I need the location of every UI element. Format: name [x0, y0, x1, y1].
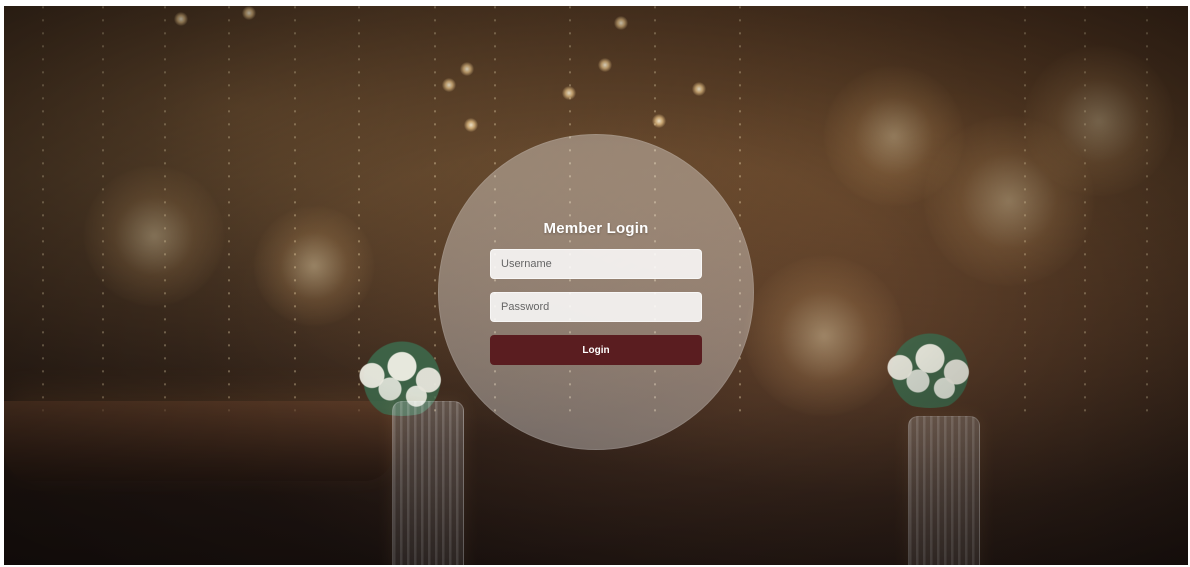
bokeh-light — [254, 206, 374, 326]
light-bulb — [692, 82, 706, 96]
password-input[interactable] — [490, 292, 702, 322]
light-bulb — [242, 6, 256, 20]
login-title: Member Login — [543, 220, 649, 237]
bokeh-light — [84, 166, 224, 306]
light-bulb — [598, 58, 612, 72]
bokeh-light — [744, 256, 904, 416]
fairy-lights-strand — [228, 6, 230, 416]
bokeh-light — [1024, 46, 1174, 196]
dining-table — [4, 401, 394, 481]
login-panel: Member Login Login — [438, 134, 754, 450]
light-bulb — [464, 118, 478, 132]
light-bulb — [174, 12, 188, 26]
light-bulb — [442, 78, 456, 92]
login-button[interactable]: Login — [490, 335, 702, 365]
light-bulb — [652, 114, 666, 128]
fairy-lights-strand — [42, 6, 44, 416]
username-input[interactable] — [490, 249, 702, 279]
light-bulb — [562, 86, 576, 100]
glass-vase — [392, 401, 464, 565]
flower-arrangement — [870, 318, 990, 408]
light-bulb — [460, 62, 474, 76]
glass-vase — [908, 416, 980, 565]
light-bulb — [614, 16, 628, 30]
